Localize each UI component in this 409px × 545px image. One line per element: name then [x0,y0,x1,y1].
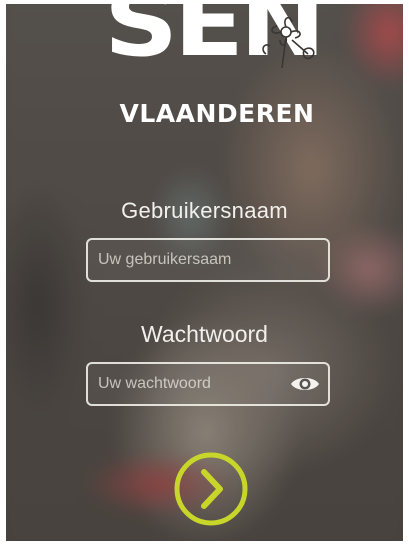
eye-icon[interactable] [290,373,320,395]
flower-icon [262,16,315,69]
logo: SEN VLAANDEREN [104,4,330,132]
password-field-wrapper [86,362,330,406]
username-label: Gebruikersnaam [121,198,288,223]
username-input[interactable] [88,240,328,280]
username-field-wrapper [86,238,330,282]
submit-button[interactable] [172,450,250,528]
password-label: Wachtwoord [141,321,268,347]
login-screen: SEN VLAANDEREN Gebruikersnaam Wachtwoord [6,4,403,541]
chevron-right-icon [201,469,223,509]
logo-subtitle: VLAANDEREN [119,99,315,128]
